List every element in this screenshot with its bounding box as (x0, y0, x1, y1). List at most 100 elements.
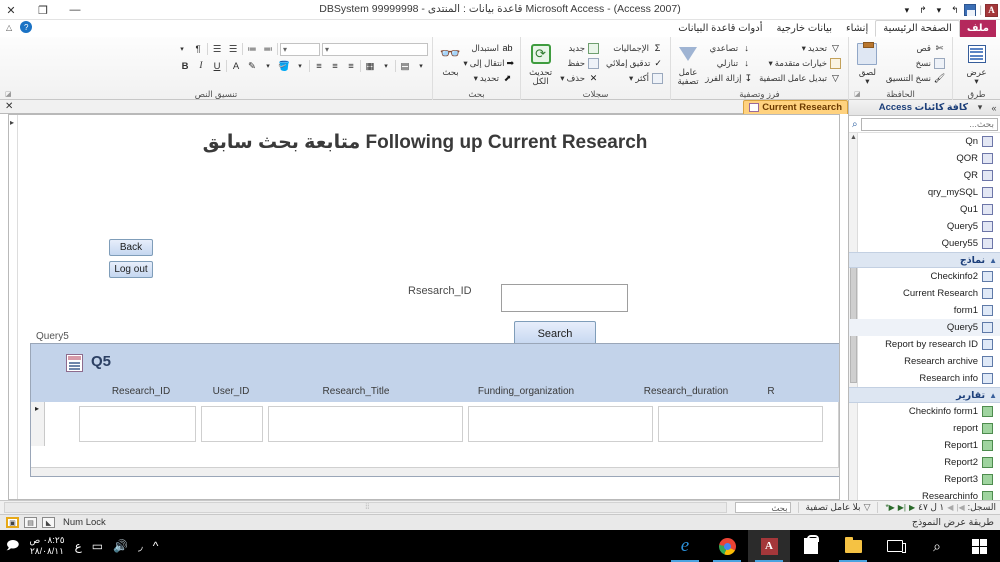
battery-icon[interactable]: ▭ (92, 539, 103, 553)
volume-icon[interactable]: 🔊 (113, 539, 128, 553)
search-icon[interactable]: ⌕ (852, 119, 858, 130)
replace-button[interactable]: ab استبدال (466, 41, 516, 55)
nav-item-qry-mysql[interactable]: qry_mySQL (849, 184, 1000, 201)
filter-status-group[interactable]: ▽ بلا عامل تصفية (802, 501, 875, 515)
language-icon[interactable]: ع (75, 539, 82, 553)
show-hidden-icons[interactable]: ^ (153, 539, 159, 553)
column-header-research-id[interactable]: Research_ID (91, 386, 191, 397)
wifi-icon[interactable]: ◞ (138, 539, 143, 553)
form-horizontal-scrollbar[interactable]: ⁞⁞ (4, 502, 727, 513)
document-tab-current-research[interactable]: Current Research (743, 100, 848, 114)
underline-icon[interactable]: U (210, 59, 224, 73)
column-header-user-id[interactable]: User_ID (196, 386, 266, 397)
nav-item-query55[interactable]: Query55 (849, 235, 1000, 252)
clipboard-dialog-launcher[interactable]: ◪ (854, 89, 861, 100)
cut-button[interactable]: ✄ قص (884, 41, 948, 55)
cell-research-duration[interactable] (658, 406, 823, 442)
first-record-button[interactable]: ◀| (956, 503, 964, 512)
align-left-icon[interactable]: ≡ (312, 59, 326, 73)
selection-button[interactable]: ▽ تحديد ▾ (757, 41, 844, 55)
sort-descending-button[interactable]: ↓ تنازلي (703, 56, 755, 70)
form-view-button[interactable]: ▣ (6, 517, 19, 528)
help-icon[interactable]: ? (20, 21, 33, 33)
gridlines-caret-icon[interactable]: ▾ (379, 59, 393, 73)
qat-dropdown-icon[interactable]: ▾ (900, 4, 913, 17)
tab-external-data[interactable]: بيانات خارجية (769, 20, 839, 37)
advanced-caret-icon[interactable]: ▾ (768, 58, 772, 69)
tab-home[interactable]: الصفحة الرئيسية (875, 20, 960, 37)
nav-item-report2[interactable]: Report2 (849, 454, 1000, 471)
column-header-truncated[interactable]: R (761, 386, 781, 397)
cell-research-title[interactable] (268, 406, 463, 442)
redo-icon[interactable]: ↱ (916, 4, 929, 17)
fill-color-icon[interactable]: 🪣 (277, 59, 291, 73)
nav-item-report1[interactable]: Report1 (849, 437, 1000, 454)
tab-database-tools[interactable]: أدوات قاعدة البيانات (671, 20, 769, 37)
format-painter-button[interactable]: 🖌 نسخ التنسيق (884, 71, 948, 85)
toggle-filter-button[interactable]: ▽ تبديل عامل التصفية (757, 71, 844, 85)
selection-caret-icon[interactable]: ▾ (802, 43, 806, 54)
record-search-input[interactable]: بحث (734, 502, 791, 513)
font-color-a-icon[interactable]: A (229, 59, 243, 73)
refresh-all-button[interactable]: ⟳ تحديث الكل (525, 39, 556, 86)
nav-item-query5[interactable]: Query5 (849, 218, 1000, 235)
find-button[interactable]: 👓 بحث (437, 39, 464, 77)
increase-indent-icon[interactable]: ≕ (245, 42, 259, 56)
store-button[interactable] (790, 530, 832, 562)
task-view-button[interactable] (874, 530, 916, 562)
shutter-bar-icon[interactable]: » (987, 103, 1000, 113)
back-button[interactable]: Back (109, 239, 153, 256)
filter-button[interactable]: عامل تصفية (675, 39, 701, 86)
sort-ascending-button[interactable]: ↓ تصاعدي (703, 41, 755, 55)
totals-button[interactable]: Σ الإجماليات (604, 41, 666, 55)
clear-sort-button[interactable]: ↧ إزالة الفرز (703, 71, 755, 85)
spelling-button[interactable]: ✓ تدقيق إملائي (604, 56, 666, 70)
fill-color-caret-icon[interactable]: ▾ (293, 59, 307, 73)
align-right-icon[interactable]: ≡ (344, 59, 358, 73)
cell-funding-organization[interactable] (468, 406, 653, 442)
advanced-button[interactable]: خيارات متقدمة ▾ (757, 56, 844, 70)
delete-caret-icon[interactable]: ▾ (560, 73, 564, 84)
next-record-button[interactable]: ▶ (909, 503, 915, 512)
new-record-button[interactable]: ▶* (885, 503, 894, 512)
rtl-caret-icon[interactable]: ▾ (175, 42, 189, 56)
view-button[interactable]: عرض ▾ (957, 39, 996, 85)
last-record-button[interactable]: |▶ (898, 503, 906, 512)
nav-item-report-by-research-id[interactable]: Report by research ID (849, 336, 1000, 353)
font-name-box[interactable]: ▾ (322, 42, 428, 56)
undo-dropdown-icon[interactable]: ▾ (932, 4, 945, 17)
access-app-icon[interactable]: A (985, 3, 998, 17)
bulleted-list-icon[interactable]: ☰ (226, 42, 240, 56)
nav-item-checkinfo-form1[interactable]: Checkinfo form1 (849, 403, 1000, 420)
font-color-icon[interactable]: ✎ (245, 59, 259, 73)
align-center-icon[interactable]: ≡ (328, 59, 342, 73)
notifications-icon[interactable]: 🗩 (6, 536, 19, 557)
subform-vertical-scrollbar[interactable] (838, 402, 839, 476)
clock[interactable]: ٠٨:٢٥ ص ٢٨/٠٨/١١ (29, 535, 64, 557)
start-button[interactable] (958, 530, 1000, 562)
nav-item-query5-form[interactable]: Query5 (849, 319, 1000, 336)
italic-icon[interactable]: I (194, 59, 208, 73)
save-icon[interactable] (964, 4, 977, 16)
previous-record-button[interactable]: ◀ (947, 503, 953, 512)
nav-item-qn[interactable]: Qn (849, 133, 1000, 150)
form-selector-icon[interactable]: ▸ (10, 118, 14, 127)
decrease-indent-icon[interactable]: ≔ (261, 42, 275, 56)
design-view-button[interactable]: ◣ (42, 517, 55, 528)
column-header-research-title[interactable]: Research_Title (271, 386, 441, 397)
chevron-down-icon[interactable]: ▾ (973, 102, 987, 113)
nav-item-current-research[interactable]: Current Research (849, 285, 1000, 302)
nav-item-form1[interactable]: form1 (849, 302, 1000, 319)
alternate-row-color-icon[interactable]: ▤ (398, 59, 412, 73)
layout-view-button[interactable]: ▤ (24, 517, 37, 528)
nav-item-research-archive[interactable]: Research archive (849, 353, 1000, 370)
new-record-button[interactable]: جديد (558, 41, 602, 55)
nav-item-qu1[interactable]: Qu1 (849, 201, 1000, 218)
view-caret-icon[interactable]: ▾ (974, 77, 978, 86)
goto-button[interactable]: ➡ انتقال إلى ▾ (463, 56, 516, 70)
search-button[interactable]: ⌕ (916, 530, 958, 562)
column-header-funding-organization[interactable]: Funding_organization (446, 386, 606, 397)
collapse-icon[interactable]: ▲ (989, 256, 997, 265)
logout-button[interactable]: Log out (109, 261, 153, 278)
font-size-box[interactable]: ▾ (280, 42, 320, 56)
